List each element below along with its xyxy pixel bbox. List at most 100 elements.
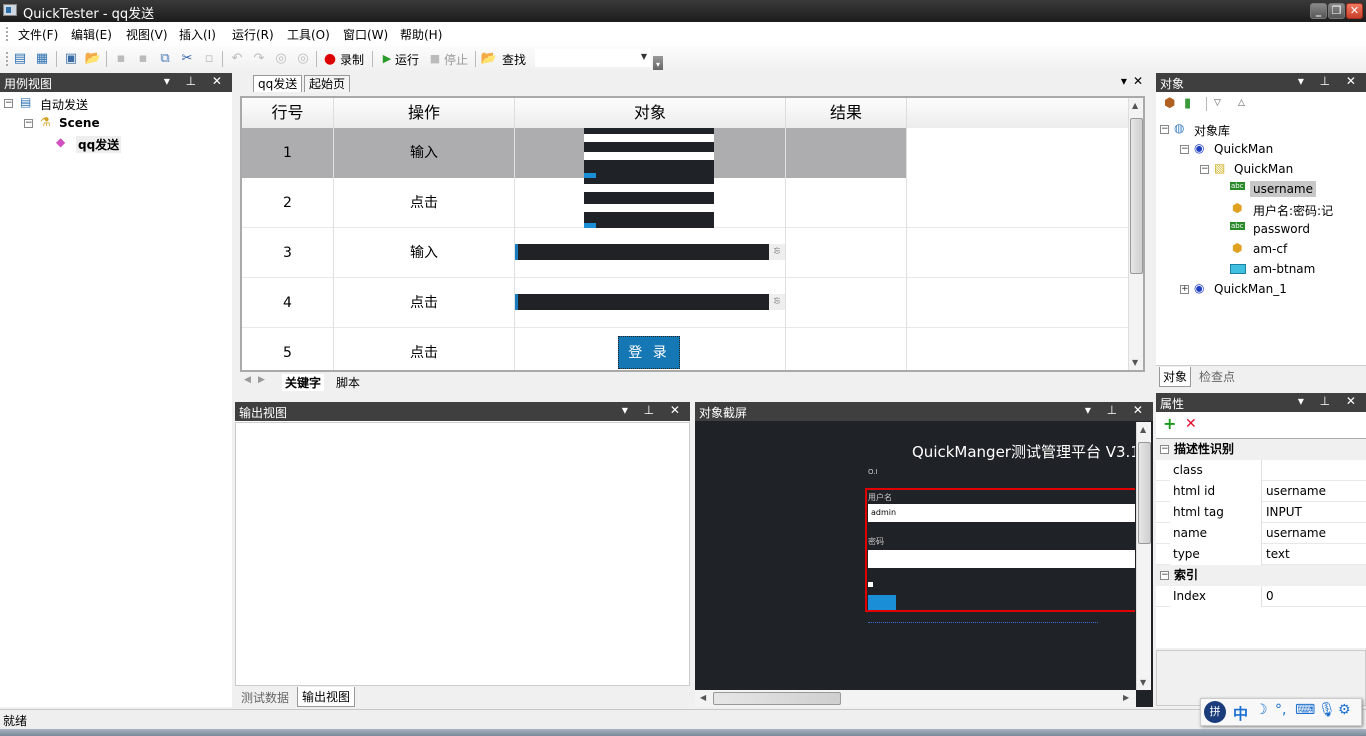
cut-icon[interactable]: ✂	[178, 50, 196, 68]
editor-controls[interactable]: ▾✕	[1121, 74, 1149, 88]
scroll-down-icon[interactable]: ▼	[1132, 358, 1138, 367]
property-value[interactable]: username	[1263, 481, 1326, 502]
add-device-icon[interactable]: ▮	[1184, 96, 1191, 111]
cell-result[interactable]	[786, 128, 907, 178]
snapshot-horizontal-scrollbar[interactable]: ◀ ▶	[695, 690, 1136, 707]
table-row[interactable]: 5 点击 登 录	[242, 328, 1130, 370]
dropdown-arrow-icon[interactable]: ▼	[641, 52, 647, 61]
cell-line[interactable]: 5	[242, 328, 334, 370]
cell-action[interactable]: 点击	[334, 328, 515, 370]
ime-mode[interactable]: 中	[1233, 703, 1248, 724]
panel-controls[interactable]: ▾ ⊥ ✕	[622, 403, 686, 417]
back-icon[interactable]: ◎	[272, 50, 290, 68]
menu-tools[interactable]: 工具(O)	[287, 26, 330, 43]
find-combobox[interactable]: ▼	[535, 49, 651, 67]
settings-icon[interactable]: ⚙	[1338, 702, 1351, 718]
panel-controls[interactable]: ▾ ⊥ ✕	[1298, 74, 1362, 88]
expand-icon[interactable]: +	[1180, 285, 1189, 294]
find-icon[interactable]: 📂	[480, 50, 498, 68]
toolbar-grip[interactable]	[6, 52, 8, 66]
new-scene-icon[interactable]: ▦	[33, 50, 51, 68]
save-icon[interactable]: ▪	[112, 50, 130, 68]
property-value[interactable]: username	[1263, 523, 1326, 544]
tab-objects[interactable]: 对象	[1159, 367, 1192, 387]
collapse-icon[interactable]: −	[1180, 145, 1189, 154]
menu-window[interactable]: 窗口(W)	[343, 26, 388, 43]
scroll-up-icon[interactable]: ▲	[1140, 425, 1146, 434]
panel-controls[interactable]: ▾ ⊥ ✕	[1085, 403, 1149, 417]
property-row[interactable]: type text	[1156, 544, 1366, 565]
property-row[interactable]: html id username	[1156, 481, 1366, 502]
cell-object[interactable]: 忘	[515, 228, 786, 278]
tab-scroll-left-icon[interactable]: ◀	[244, 375, 251, 385]
add-object-icon[interactable]: ⬢	[1164, 96, 1175, 111]
scrollbar-thumb[interactable]	[1130, 118, 1143, 274]
menu-edit[interactable]: 编辑(E)	[71, 26, 112, 43]
cell-line[interactable]: 3	[242, 228, 334, 278]
tab-keyword[interactable]: 关键字	[282, 374, 325, 391]
doc-tab-qq-send[interactable]: qq发送	[253, 75, 303, 92]
scroll-up-icon[interactable]: ▲	[1132, 101, 1138, 110]
add-property-icon[interactable]: +	[1163, 414, 1176, 433]
new-case-icon[interactable]: ▤	[11, 50, 29, 68]
half-width-icon[interactable]: ☽	[1255, 702, 1268, 718]
new-file-icon[interactable]: ▣	[62, 50, 80, 68]
microphone-icon[interactable]: 🎙	[1318, 702, 1336, 718]
table-row[interactable]: 1 输入	[242, 128, 1130, 178]
property-category[interactable]: − 描述性识别	[1156, 439, 1366, 460]
scroll-down-icon[interactable]: ▼	[1140, 678, 1146, 687]
restore-button[interactable]: ❐	[1328, 3, 1345, 19]
undo-icon[interactable]: ↶	[228, 50, 246, 68]
run-button[interactable]: 运行	[395, 51, 419, 68]
output-content[interactable]	[235, 422, 690, 686]
ime-logo-icon[interactable]: 拼	[1204, 701, 1226, 723]
cell-result[interactable]	[786, 328, 907, 370]
panel-controls[interactable]: ▾ ⊥ ✕	[1298, 394, 1362, 408]
collapse-icon[interactable]: −	[1200, 165, 1209, 174]
menu-run[interactable]: 运行(R)	[232, 26, 274, 43]
redo-icon[interactable]: ↷	[250, 50, 268, 68]
tab-script[interactable]: 脚本	[336, 374, 360, 391]
cell-line[interactable]: 1	[242, 128, 334, 178]
table-row[interactable]: 4 点击 忘	[242, 278, 1130, 328]
menu-view[interactable]: 视图(V)	[126, 26, 168, 43]
scroll-right-icon[interactable]: ▶	[1123, 693, 1129, 702]
property-value[interactable]	[1263, 460, 1266, 481]
stop-icon[interactable]: ■	[426, 50, 444, 68]
col-header-object[interactable]: 对象	[515, 98, 786, 128]
tab-scroll-right-icon[interactable]: ▶	[258, 375, 265, 385]
property-value[interactable]: text	[1263, 544, 1290, 565]
table-row[interactable]: 2 点击	[242, 178, 1130, 228]
open-folder-icon[interactable]: 📂	[84, 50, 102, 68]
collapse-icon[interactable]: −	[24, 119, 33, 128]
cell-object[interactable]: 登 录	[515, 328, 786, 370]
cell-action[interactable]: 点击	[334, 178, 515, 228]
cell-line[interactable]: 2	[242, 178, 334, 228]
col-header-result[interactable]: 结果	[786, 98, 907, 128]
menu-grip[interactable]	[6, 27, 8, 41]
close-button[interactable]: ✕	[1346, 3, 1363, 19]
delete-property-icon[interactable]: ✕	[1185, 416, 1197, 432]
cell-object[interactable]	[515, 178, 786, 228]
cell-line[interactable]: 4	[242, 278, 334, 328]
tab-output-view[interactable]: 输出视图	[297, 687, 356, 707]
collapse-icon[interactable]: −	[4, 99, 13, 108]
doc-tab-start-page[interactable]: 起始页	[304, 75, 351, 92]
cell-action[interactable]: 输入	[334, 128, 515, 178]
paste-icon[interactable]: ▫	[200, 50, 218, 68]
forward-icon[interactable]: ◎	[294, 50, 312, 68]
collapse-icon[interactable]: −	[1160, 125, 1169, 134]
move-down-icon[interactable]: ▽	[1214, 98, 1221, 108]
save-all-icon[interactable]: ▪	[134, 50, 152, 68]
cell-object[interactable]	[515, 128, 786, 178]
cell-result[interactable]	[786, 278, 907, 328]
tab-checkpoints[interactable]: 检查点	[1199, 368, 1235, 385]
property-value[interactable]: INPUT	[1263, 502, 1302, 523]
record-icon[interactable]: ●	[321, 50, 339, 68]
table-row[interactable]: 3 输入 忘	[242, 228, 1130, 278]
property-row[interactable]: class	[1156, 460, 1366, 481]
punctuation-icon[interactable]: °,	[1275, 702, 1286, 718]
grid-vertical-scrollbar[interactable]: ▲ ▼	[1128, 98, 1143, 370]
cell-action[interactable]: 点击	[334, 278, 515, 328]
panel-controls[interactable]: ▾ ⊥ ✕	[164, 74, 228, 88]
